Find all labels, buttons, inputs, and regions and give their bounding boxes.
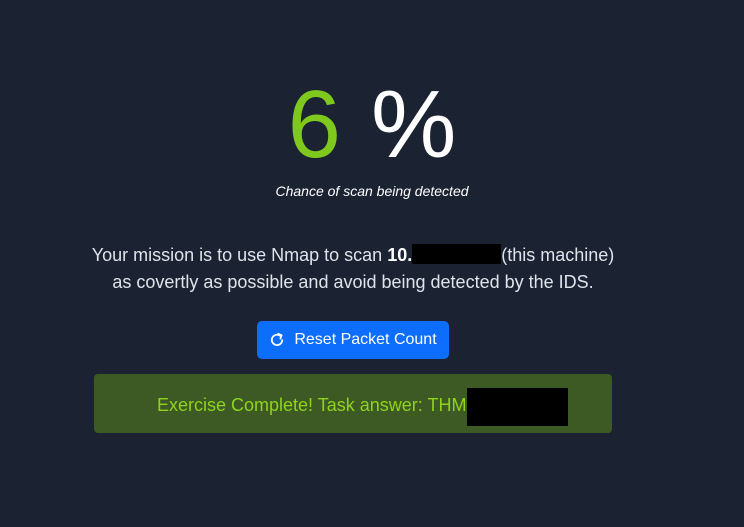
page: 6% Chance of scan being detected Your mi… xyxy=(0,0,744,527)
redacted-answer-block xyxy=(467,388,568,426)
alert-text: Exercise Complete! Task answer: THM xyxy=(157,395,467,415)
mission-suffix: (this machine) xyxy=(501,245,615,265)
mission-prefix: Your mission is to use Nmap to scan xyxy=(91,245,388,265)
mission-text: Your mission is to use Nmap to scan 10. (… xyxy=(0,242,706,296)
refresh-icon xyxy=(269,332,285,348)
mission-line2: as covertly as possible and avoid being … xyxy=(112,272,594,292)
reset-button-label: Reset Packet Count xyxy=(294,331,437,348)
detection-caption: Chance of scan being detected xyxy=(275,183,469,199)
detection-unit: % xyxy=(371,71,457,178)
detection-percentage: 6% xyxy=(0,70,744,180)
detection-value: 6 xyxy=(287,71,342,178)
target-ip: 10. xyxy=(387,245,413,265)
reset-packet-count-button[interactable]: Reset Packet Count xyxy=(257,321,449,359)
redacted-ip-block xyxy=(412,244,502,264)
exercise-complete-alert: Exercise Complete! Task answer: THM xyxy=(94,374,612,433)
